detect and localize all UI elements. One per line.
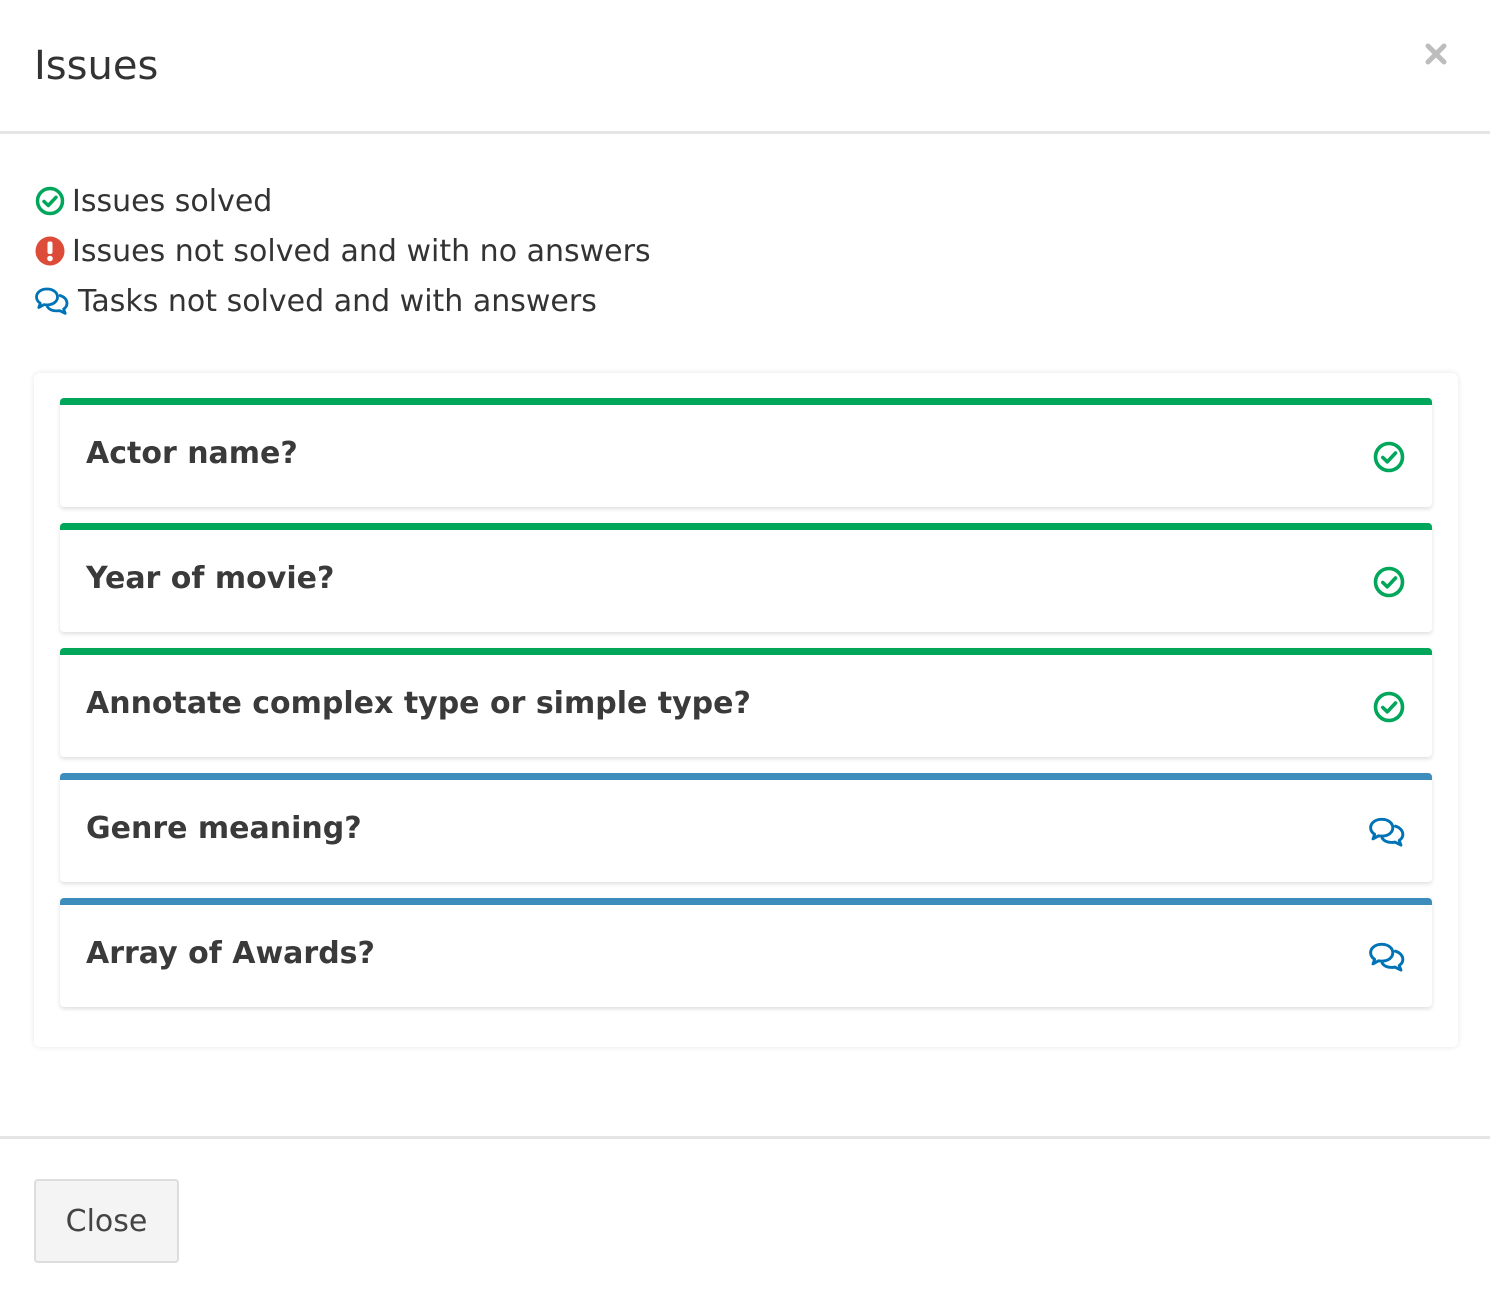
check-circle-icon: [1372, 690, 1406, 724]
close-icon[interactable]: [1416, 34, 1456, 74]
issue-title: Year of movie?: [86, 561, 335, 596]
legend-item-answered: Tasks not solved and with answers: [34, 276, 651, 326]
modal-title: Issues: [34, 43, 159, 89]
legend-item-not-solved: Issues not solved and with no answers: [34, 226, 651, 276]
issue-list: Actor name? Year of movie? Annotate comp…: [60, 398, 1432, 1023]
issues-panel: Actor name? Year of movie? Annotate comp…: [34, 373, 1458, 1047]
issue-title: Annotate complex type or simple type?: [86, 686, 751, 721]
modal-header: Issues: [0, 0, 1490, 134]
check-circle-icon: [1372, 565, 1406, 599]
status-legend: Issues solved Issues not solved and with…: [34, 176, 651, 326]
issue-card[interactable]: Genre meaning?: [60, 773, 1432, 882]
issue-card[interactable]: Array of Awards?: [60, 898, 1432, 1007]
issue-card[interactable]: Year of movie?: [60, 523, 1432, 632]
issues-modal: Issues Issues solved Issues not solved a…: [0, 0, 1490, 1295]
close-button[interactable]: Close: [34, 1179, 179, 1263]
issue-card[interactable]: Annotate complex type or simple type?: [60, 648, 1432, 757]
issue-title: Actor name?: [86, 436, 298, 471]
check-circle-icon: [1372, 440, 1406, 474]
check-circle-icon: [34, 185, 66, 217]
modal-footer: Close: [0, 1136, 1490, 1295]
legend-label: Tasks not solved and with answers: [78, 283, 597, 319]
issue-card[interactable]: Actor name?: [60, 398, 1432, 507]
legend-label: Issues not solved and with no answers: [72, 233, 651, 269]
comments-icon: [1368, 815, 1406, 849]
comments-icon: [34, 285, 70, 317]
issue-title: Genre meaning?: [86, 811, 362, 846]
exclamation-circle-icon: [34, 235, 66, 267]
comments-icon: [1368, 940, 1406, 974]
legend-item-solved: Issues solved: [34, 176, 651, 226]
legend-label: Issues solved: [72, 183, 273, 219]
issue-title: Array of Awards?: [86, 936, 375, 971]
